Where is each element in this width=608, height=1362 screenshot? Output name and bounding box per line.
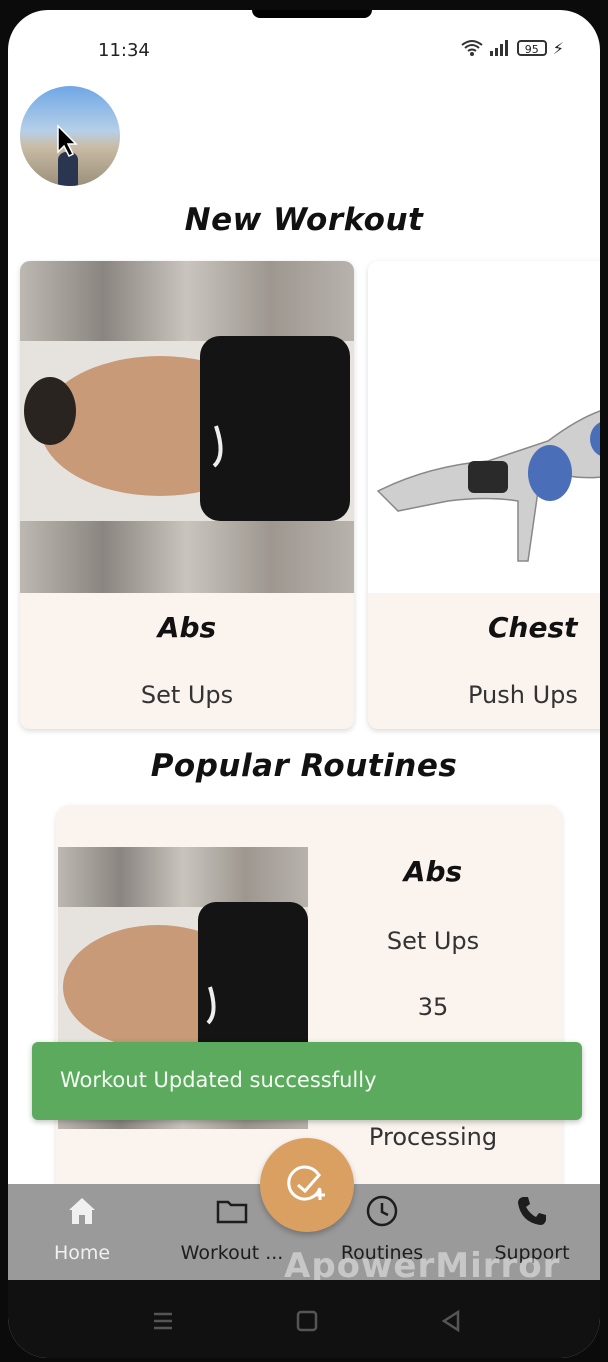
clock-icon — [366, 1195, 398, 1227]
mouse-cursor-icon — [57, 124, 78, 158]
charging-icon: ⚡ — [552, 38, 564, 58]
workout-card-abs[interactable]: Abs Set Ups — [20, 261, 354, 729]
menu-icon[interactable] — [148, 1306, 178, 1336]
abs-workout-image — [20, 261, 354, 593]
signal-icon — [489, 40, 508, 56]
chest-workout-image — [368, 261, 600, 593]
success-toast: Workout Updated successfully — [32, 1042, 582, 1120]
workout-name: Chest — [488, 611, 578, 644]
home-icon — [69, 1198, 95, 1224]
nav-item-home[interactable]: Home — [12, 1194, 152, 1264]
wifi-icon — [461, 40, 483, 56]
status-icons: 95 ⚡ — [461, 38, 564, 58]
system-nav-bar — [8, 1280, 600, 1358]
workout-exercise: Push Ups — [468, 681, 578, 709]
routine-name: Abs — [403, 855, 463, 888]
camera-notch — [252, 10, 372, 18]
phone-icon — [518, 1197, 546, 1225]
nav-label-workouts: Workout ... — [180, 1242, 284, 1264]
app-screen: 11:34 95 ⚡ New Workout Abs Set Ups Chest… — [8, 10, 600, 1358]
popular-routines-title: Popular Routines — [150, 748, 458, 784]
add-workout-fab[interactable] — [260, 1138, 354, 1232]
battery-indicator: 95 — [516, 40, 547, 56]
workout-name: Abs — [157, 611, 217, 644]
add-check-icon — [287, 1165, 325, 1201]
toast-message: Workout Updated successfully — [60, 1068, 377, 1092]
phone-frame: 11:34 95 ⚡ New Workout Abs Set Ups Chest… — [0, 0, 608, 1362]
home-button-icon[interactable] — [292, 1306, 322, 1336]
status-bar: 11:34 95 ⚡ — [8, 36, 600, 66]
back-icon[interactable] — [436, 1306, 466, 1336]
routine-exercise: Set Ups — [386, 927, 480, 955]
workout-card-chest[interactable]: Chest Push Ups — [368, 261, 600, 729]
status-time: 11:34 — [98, 40, 150, 61]
new-workout-title: New Workout — [184, 202, 424, 238]
workout-exercise: Set Ups — [140, 681, 234, 709]
routine-count: 35 — [417, 993, 449, 1021]
folder-icon — [216, 1200, 248, 1224]
nav-label-home: Home — [53, 1242, 111, 1264]
